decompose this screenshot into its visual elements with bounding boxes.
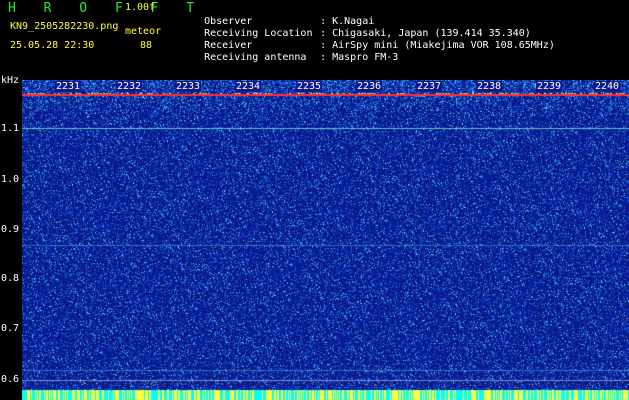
info-row-antenna: Receiving antenna: Maspro FM-3 [180,41,398,74]
timestamp-label: 25.05.28 22:30 [10,40,95,51]
y-tick-label: 0.7 [1,323,20,334]
filename-label: KN9_2505282230.png [10,21,119,32]
version-label: 1.00f [125,2,156,13]
header-panel: H R O F F T 1.00f KN9_2505282230.png met… [0,0,629,74]
minute-label: 2240 [594,81,621,92]
y-tick-label: 1.0 [1,174,20,185]
meteor-label: meteor [125,26,162,37]
minute-label: 2238 [476,81,503,92]
info-value: Maspro FM-3 [332,52,399,63]
minute-label: 2232 [116,81,143,92]
minute-label: 2233 [175,81,202,92]
minute-label: 2235 [296,81,323,92]
app-title: H R O F F T [8,1,205,16]
minute-label: 2239 [536,81,563,92]
minute-label: 2231 [55,81,82,92]
spectrogram-panel [22,80,629,400]
minute-label: 2236 [356,81,383,92]
minute-label: 2237 [416,81,443,92]
y-tick-label: 0.8 [1,273,20,284]
info-label: Receiving antenna [204,52,307,63]
spectrogram-canvas [22,80,629,400]
unit-label: kHz [1,75,20,86]
meteor-count: 88 [140,40,153,51]
y-tick-label: 1.1 [1,123,20,134]
info-separator: : [320,52,327,63]
y-tick-label: 0.6 [1,374,20,385]
y-tick-label: 0.9 [1,224,20,235]
minute-label: 2234 [235,81,262,92]
